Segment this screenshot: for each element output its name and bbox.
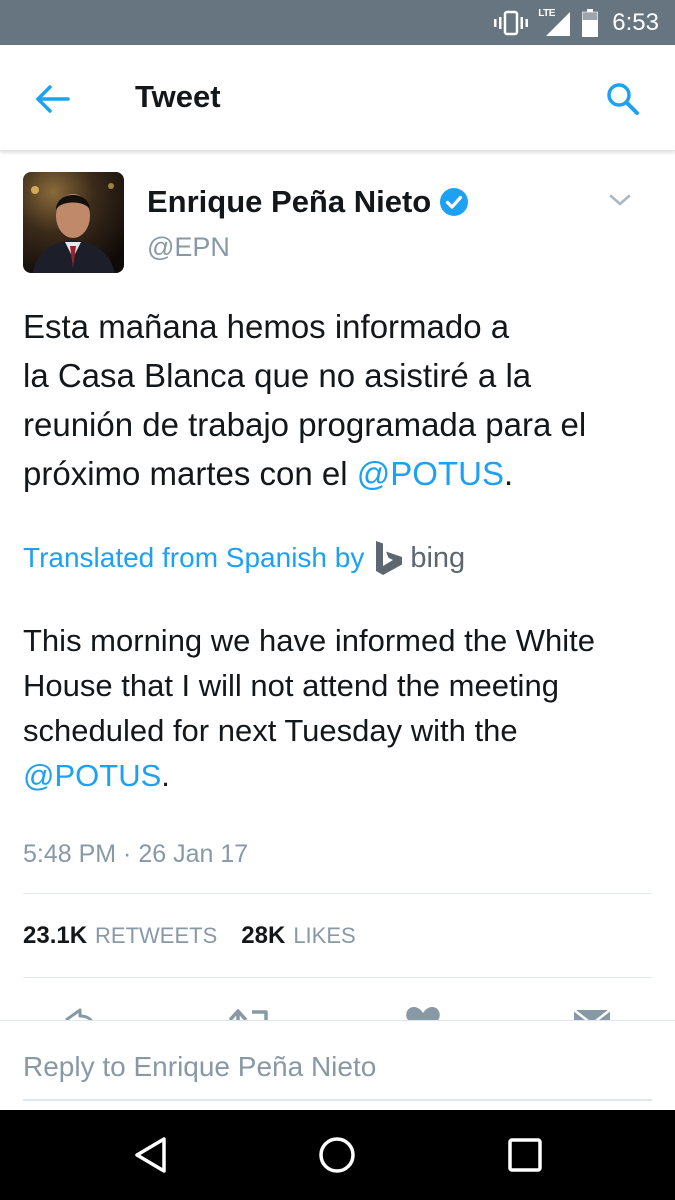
clock: 6:53 [612,9,659,36]
author-handle[interactable]: @EPN [147,232,230,263]
back-button[interactable] [30,77,74,121]
text-segment: House that I will not attend the meeting [23,668,559,703]
tweet-stats: 23.1K RETWEETS 28K LIKES [23,922,380,950]
status-icons: LTE 6:53 [494,6,659,40]
avatar-photo [23,172,124,273]
retweet-icon[interactable] [226,1006,274,1020]
text-segment: próximo martes con el [23,455,357,492]
search-icon [607,83,639,115]
page-title: Tweet [135,79,221,114]
mention-link[interactable]: @POTUS [357,455,504,492]
retweet-count[interactable]: 23.1K [23,922,87,950]
nav-home-button[interactable] [314,1132,360,1178]
text-segment: reunión de trabajo programada para el [23,406,587,443]
text-segment: Esta mañana hemos informado a [23,308,510,345]
back-arrow-icon [36,85,70,113]
divider [23,893,652,894]
nav-back-button[interactable] [128,1132,174,1178]
author-name-row: Enrique Peña Nieto [147,184,469,220]
text-segment: . [503,455,514,492]
tweet-text-line: próximo martes con el @POTUS. [23,449,663,498]
like-icon[interactable] [404,1006,442,1020]
divider [23,977,652,978]
reply-icon[interactable] [62,1006,98,1020]
avatar[interactable] [23,172,124,273]
tweet-text-line: la Casa Blanca que no asistiré a la [23,351,663,400]
translated-text: This morning we have informed the White … [23,618,663,798]
tweet-action-bar [0,990,675,1020]
bing-icon [376,541,403,575]
nav-recents-icon [508,1138,542,1172]
bing-wordmark: bing [410,541,466,574]
search-button[interactable] [601,77,645,121]
system-nav-bar [0,1110,675,1200]
tweet-text: Esta mañana hemos informado a la Casa Bl… [23,302,663,498]
status-bar: LTE 6:53 [0,0,675,45]
lte-signal-icon: LTE [538,8,572,38]
translated-text-line: This morning we have informed the White [23,618,663,663]
app-bar: Tweet [0,45,675,151]
text-segment: . [161,758,170,793]
translation-notice-label: Translated from Spanish by [23,542,365,573]
like-label[interactable]: LIKES [293,923,355,949]
translation-notice[interactable]: Translated from Spanish by bing [23,538,465,578]
nav-recents-button[interactable] [502,1132,548,1178]
translated-text-line: @POTUS. [23,753,663,798]
chevron-down-icon [609,194,631,206]
author-name[interactable]: Enrique Peña Nieto [147,184,431,220]
text-segment: scheduled for next Tuesday with the [23,713,518,748]
mention-link[interactable]: @POTUS [23,758,161,793]
nav-home-icon [319,1137,355,1173]
vibrate-icon [494,10,529,36]
text-segment: la Casa Blanca que no asistiré a la [23,357,532,394]
verified-badge-icon [440,188,469,216]
text-segment: This morning we have informed the White [23,623,596,658]
translated-text-line: House that I will not attend the meeting [23,663,663,708]
tweet-timestamp: 5:48 PM · 26 Jan 17 [23,840,249,868]
tweet-menu-button[interactable] [606,188,634,212]
bing-logo: bing [374,540,465,576]
translated-text-line: scheduled for next Tuesday with the [23,708,663,753]
battery-icon [582,9,599,37]
direct-message-icon[interactable] [572,1006,612,1020]
retweet-label[interactable]: RETWEETS [95,923,217,949]
nav-back-icon [135,1137,166,1173]
reply-box: Reply to Enrique Peña Nieto [0,1020,675,1110]
tweet-text-line: reunión de trabajo programada para el [23,400,663,449]
tweet-text-line: Esta mañana hemos informado a [23,302,663,351]
reply-input[interactable]: Reply to Enrique Peña Nieto [23,1051,376,1083]
reply-input-underline [23,1099,652,1101]
like-count[interactable]: 28K [241,922,285,950]
